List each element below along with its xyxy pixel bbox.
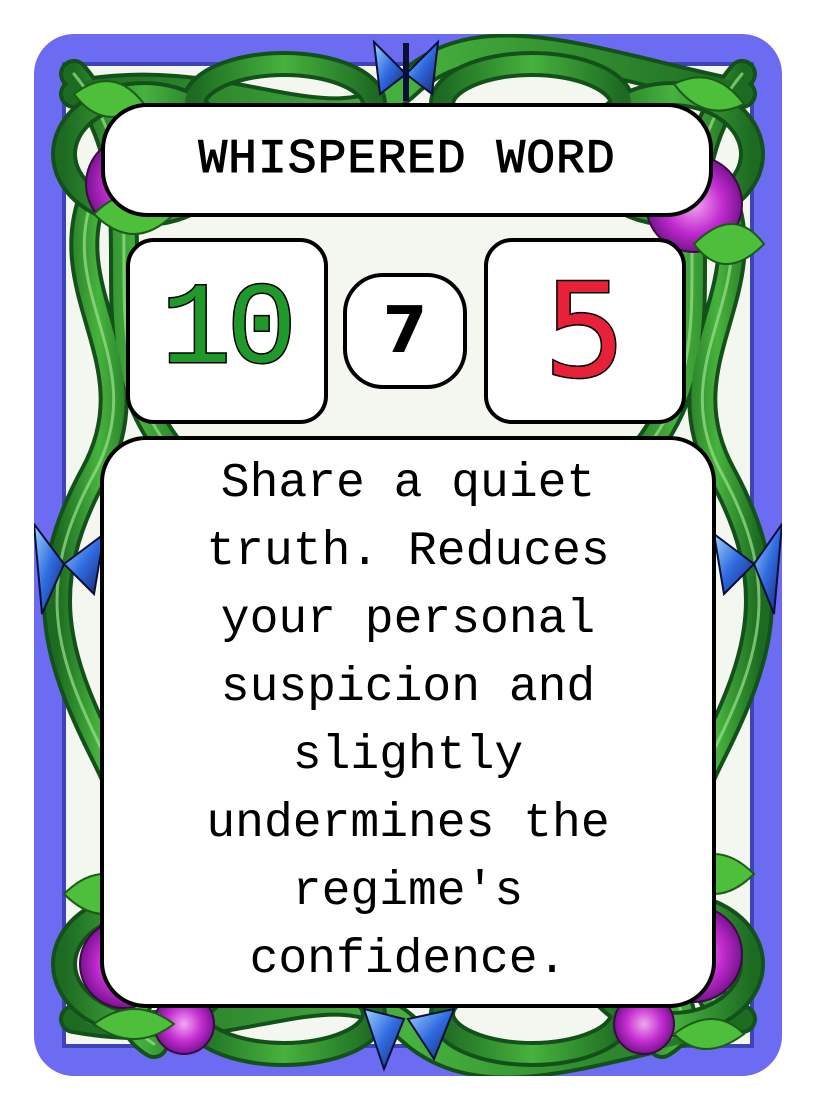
stat-middle-panel: 7: [343, 273, 467, 389]
card-description-panel: Share a quiet truth. Reduces your person…: [100, 436, 716, 1008]
card-title: WHISPERED WORD: [198, 133, 616, 188]
stat-left-panel: 10: [126, 238, 328, 424]
stat-right-value: 5: [542, 255, 628, 407]
card-title-panel: WHISPERED WORD: [101, 103, 713, 217]
stat-left-value: 10: [160, 265, 298, 397]
card-description: Share a quiet truth. Reduces your person…: [206, 457, 610, 987]
stat-middle-value: 7: [382, 294, 428, 368]
stat-right-panel: 5: [484, 238, 686, 424]
